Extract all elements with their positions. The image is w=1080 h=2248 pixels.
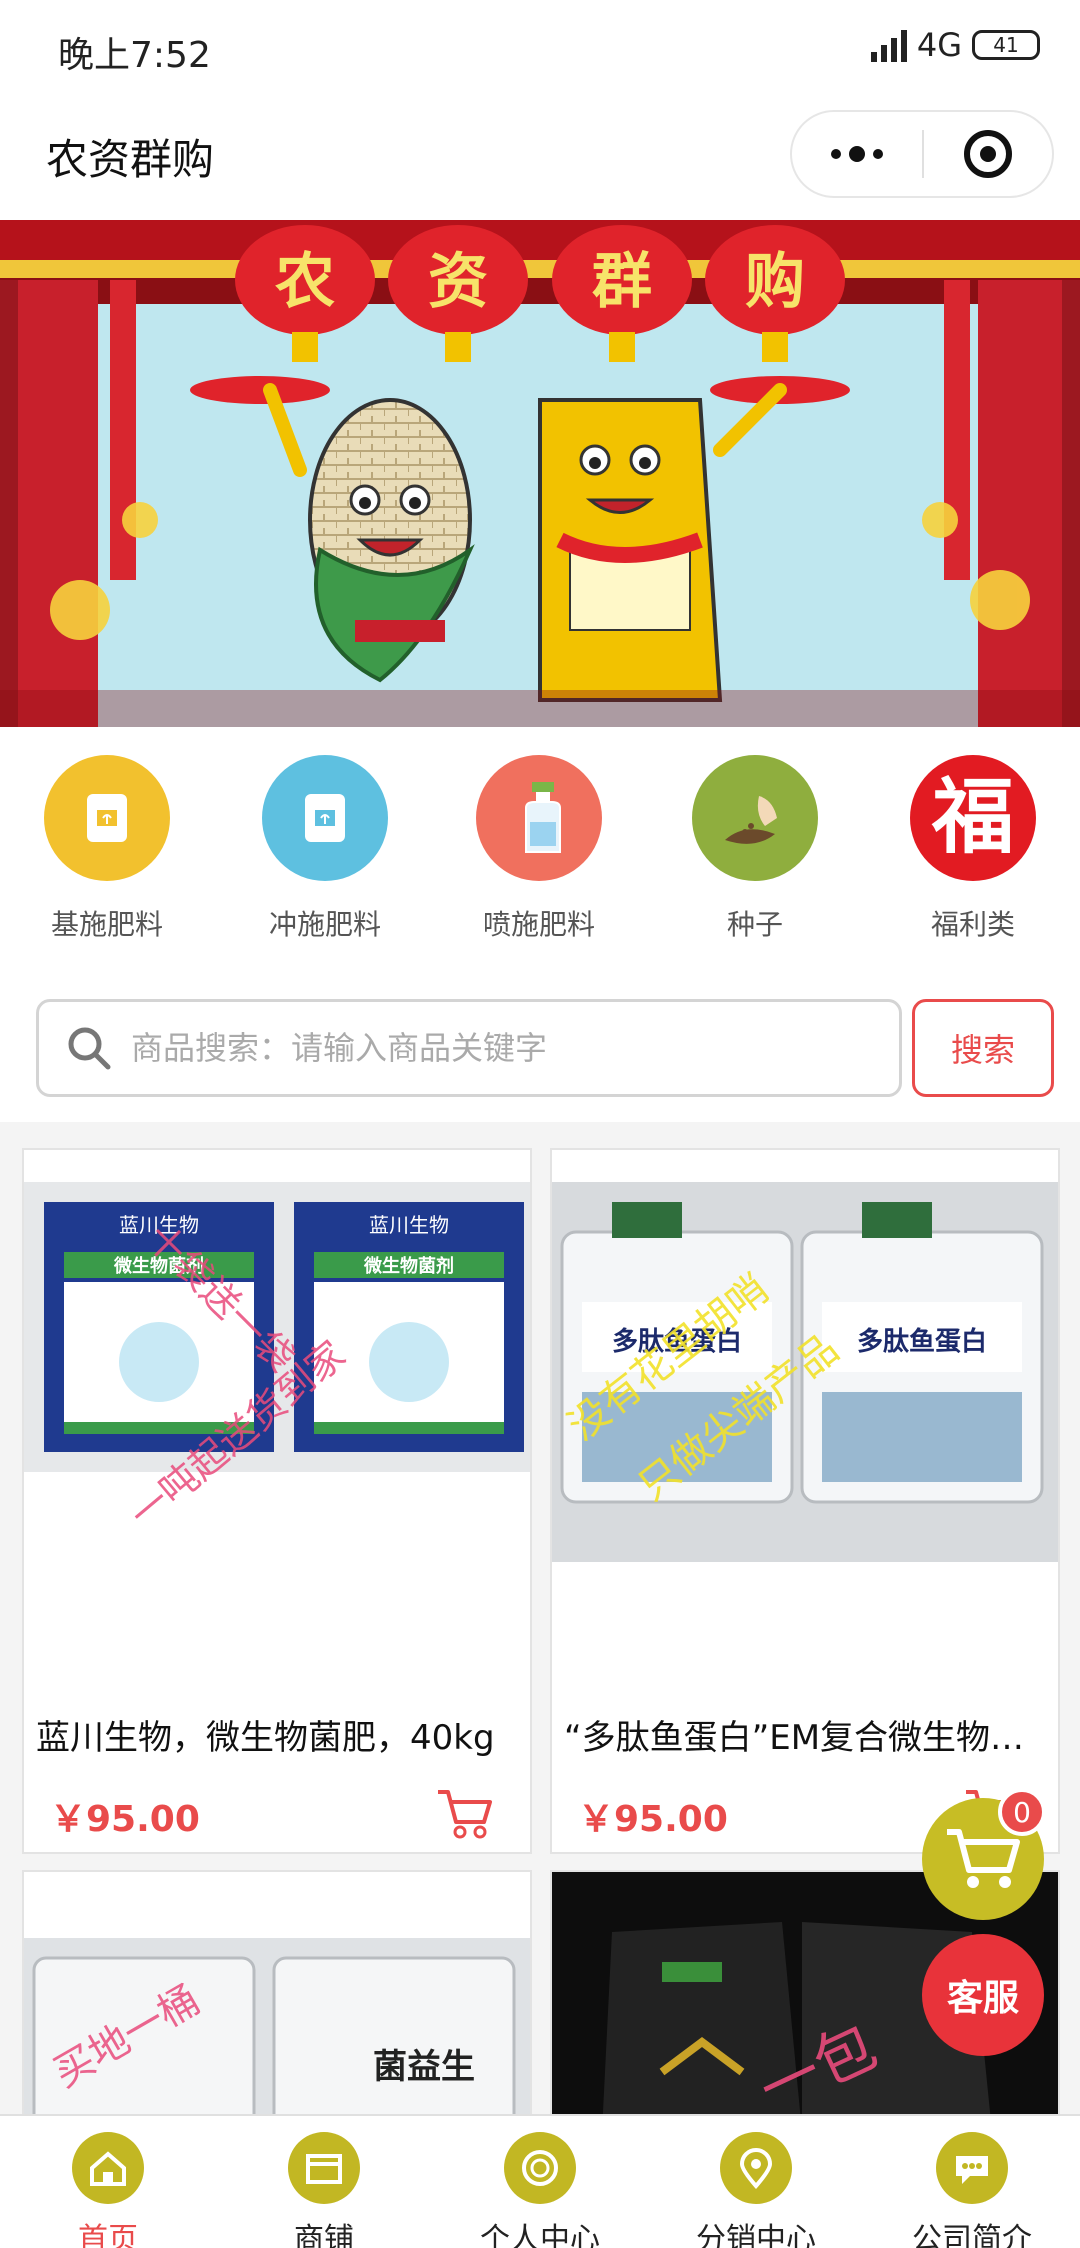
lantern-char-3: 群 [592, 247, 652, 317]
more-dots-icon[interactable] [792, 112, 922, 196]
product-card[interactable]: 菌益生 买地一桶 [22, 1870, 532, 2130]
package-title: 多肽鱼蛋白 [857, 1326, 987, 1357]
search-button[interactable]: 搜索 [912, 999, 1054, 1097]
product-name: “多肽鱼蛋白”EM复合微生物菌剂 [564, 1718, 1050, 1758]
search-box[interactable] [36, 999, 902, 1097]
close-miniprogram-button[interactable] [924, 112, 1052, 196]
miniprogram-capsule [790, 110, 1054, 198]
signal-icon [870, 28, 907, 62]
promo-banner[interactable]: 农 资 群 购 [0, 220, 1080, 727]
package-brand: 蓝川生物 [369, 1213, 449, 1237]
product-grid: 微生物菌剂 微生物菌剂 蓝川生物 蓝川生物 十袋送一袋 一吨起送货到家 蓝川生物… [0, 1122, 1080, 2130]
product-price: ￥95.00 [50, 1799, 200, 1840]
fertilizer-bag-icon [44, 755, 170, 881]
target-close-icon [963, 130, 1012, 178]
product-card[interactable]: 多肽鱼蛋白 多肽鱼蛋白 没有花里胡哨 只做尖端产品 “多肽鱼蛋白”EM复合微生物… [550, 1148, 1060, 1854]
lantern-char-4: 购 [745, 247, 805, 317]
user-center-icon [504, 2132, 576, 2204]
cart-count-badge: 0 [998, 1788, 1046, 1836]
page-title: 农资群购 [46, 135, 215, 184]
location-pin-icon [720, 2132, 792, 2204]
network-type: 4G [916, 26, 962, 64]
search-icon [68, 1027, 111, 1070]
package-title: 微生物菌剂 [363, 1255, 454, 1277]
banner-illustration: 农 资 群 购 [0, 220, 1080, 727]
seed-hand-icon [692, 755, 818, 881]
home-icon [72, 2132, 144, 2204]
tab-user-center[interactable]: 个人中心 [440, 2132, 640, 2248]
tab-label: 公司简介 [912, 2222, 1032, 2248]
product-name: 蓝川生物，微生物菌肥，40kg [36, 1718, 495, 1758]
fu-character-icon: 福 [910, 755, 1036, 881]
category-label: 基施肥料 [50, 908, 163, 941]
category-label: 喷施肥料 [482, 908, 595, 941]
tab-label: 商铺 [294, 2222, 354, 2248]
tab-shop[interactable]: 商铺 [224, 2132, 424, 2248]
status-time: 晚上7:52 [58, 35, 211, 76]
customer-service-button[interactable]: 客服 [922, 1934, 1044, 2056]
cart-icon [947, 1829, 1020, 1888]
category-flush-fertilizer[interactable]: 冲施肥料 [240, 755, 410, 943]
lantern-char-2: 资 [428, 247, 488, 317]
battery-icon: 41 [972, 30, 1040, 60]
package-title: 菌益生 [373, 2047, 475, 2087]
tab-company-intro[interactable]: 公司简介 [872, 2132, 1072, 2248]
add-to-cart-icon[interactable] [434, 1786, 494, 1842]
category-spray-fertilizer[interactable]: 喷施肥料 [454, 755, 624, 943]
category-label: 冲施肥料 [268, 908, 381, 941]
app-page: 晚上7:52 4G 41 农资群购 农 资 群 购 基施肥料 冲施肥料 喷施肥料… [0, 0, 1080, 2248]
package-brand: 蓝川生物 [119, 1213, 199, 1237]
bottom-tabbar: 首页 商铺 个人中心 分销中心 公司简介 [0, 2114, 1080, 2248]
category-welfare[interactable]: 福 福利类 [888, 755, 1058, 943]
product-price: ￥95.00 [578, 1799, 728, 1840]
shop-icon [288, 2132, 360, 2204]
status-bar: 晚上7:52 4G 41 [0, 0, 1080, 96]
category-seeds[interactable]: 种子 [670, 755, 840, 943]
fertilizer-bag-icon [262, 755, 388, 881]
package-title: 微生物菌剂 [113, 1255, 204, 1277]
tab-home[interactable]: 首页 [8, 2132, 208, 2248]
tab-label: 个人中心 [480, 2222, 600, 2248]
category-label: 福利类 [930, 908, 1015, 941]
tab-distribution[interactable]: 分销中心 [656, 2132, 856, 2248]
tab-label: 首页 [78, 2222, 138, 2248]
spray-bottle-icon [476, 755, 602, 881]
title-bar: 农资群购 [0, 96, 1080, 220]
product-image: 微生物菌剂 微生物菌剂 蓝川生物 蓝川生物 [24, 1182, 530, 1472]
product-image: 多肽鱼蛋白 多肽鱼蛋白 没有花里胡哨 只做尖端产品 [552, 1182, 1058, 1562]
chat-bubble-icon [936, 2132, 1008, 2204]
lantern-char-1: 农 [275, 247, 335, 317]
tab-label: 分销中心 [696, 2222, 816, 2248]
status-indicators: 4G 41 [870, 26, 1040, 64]
category-label: 种子 [726, 908, 783, 941]
search-area: 搜索 [0, 967, 1080, 1122]
product-image: 菌益生 买地一桶 [24, 1938, 530, 2128]
product-card[interactable]: 微生物菌剂 微生物菌剂 蓝川生物 蓝川生物 十袋送一袋 一吨起送货到家 蓝川生物… [22, 1148, 532, 1854]
search-input[interactable] [131, 1002, 871, 1094]
category-row: 基施肥料 冲施肥料 喷施肥料 种子 福 福利类 [0, 727, 1080, 967]
category-basal-fertilizer[interactable]: 基施肥料 [22, 755, 192, 943]
